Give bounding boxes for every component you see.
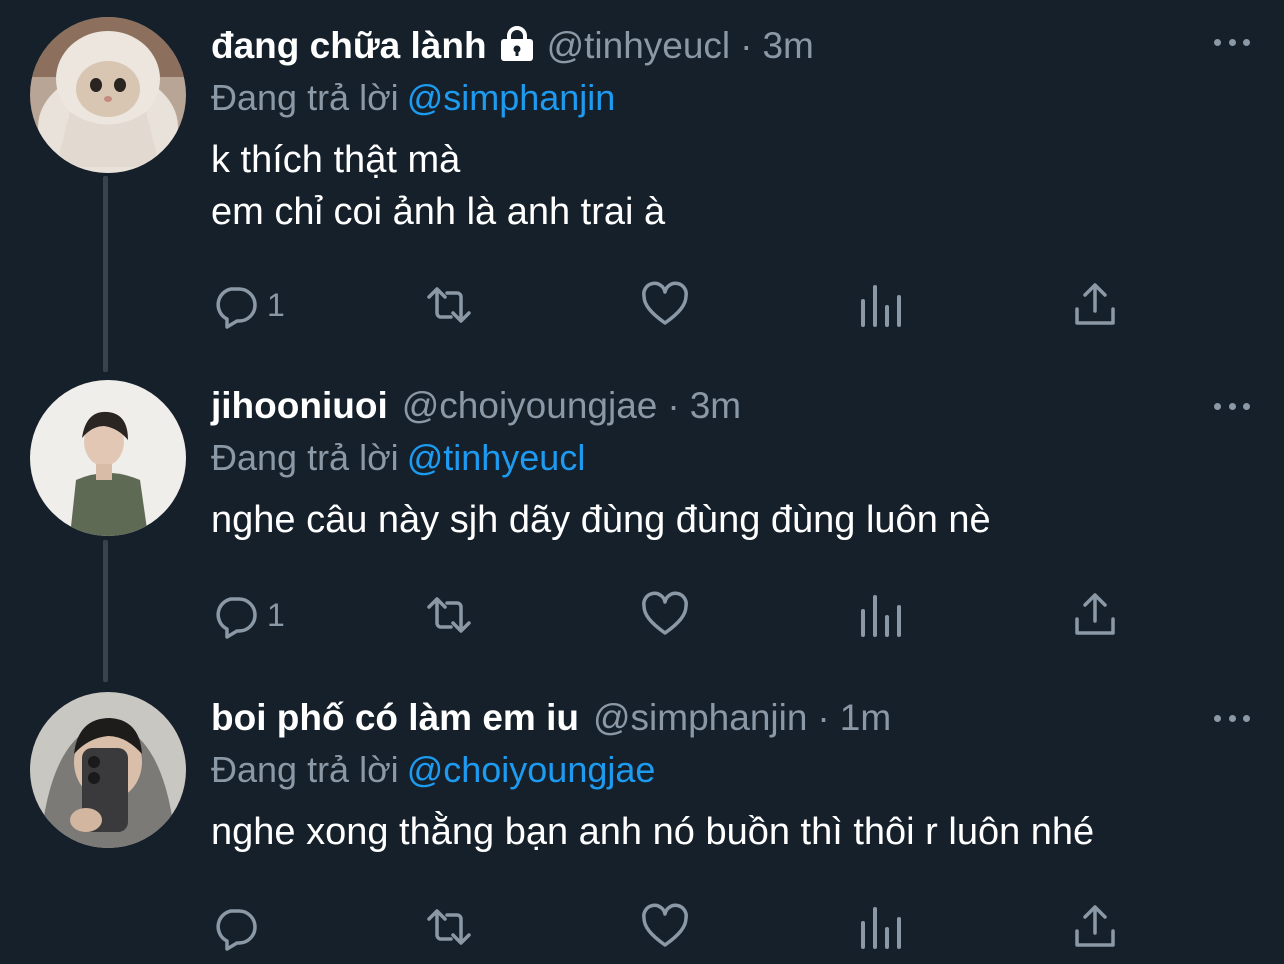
reply-button[interactable] xyxy=(211,902,267,952)
retweet-icon xyxy=(427,597,471,633)
reply-button[interactable]: 1 xyxy=(211,590,285,640)
like-button[interactable] xyxy=(641,902,689,952)
reply-prefix: Đang trả lời xyxy=(211,437,399,478)
display-name[interactable]: đang chữa lành xyxy=(211,25,487,67)
tweet-text-line: nghe xong thằng bạn anh nó buồn thì thôi… xyxy=(211,811,1095,853)
retweet-button[interactable] xyxy=(425,902,473,952)
analytics-button[interactable] xyxy=(857,902,905,952)
retweet-icon xyxy=(427,909,471,945)
tweet[interactable]: jihooniuoi @choiyoungjae · 3m Đang trả l… xyxy=(0,360,1284,672)
handle[interactable]: @choiyoungjae xyxy=(402,385,658,427)
tweet-header: boi phố có làm em iu @simphanjin · 1m xyxy=(211,692,1254,744)
avatar[interactable] xyxy=(30,692,186,848)
reply-icon xyxy=(216,909,257,951)
display-name[interactable]: jihooniuoi xyxy=(211,385,388,427)
reply-mention-link[interactable]: @choiyoungjae xyxy=(407,749,656,790)
share-button[interactable] xyxy=(1071,590,1119,640)
timestamp[interactable]: 3m xyxy=(690,385,741,427)
person-avatar-image xyxy=(30,692,186,848)
retweet-button[interactable] xyxy=(425,590,473,640)
cat-avatar-image xyxy=(30,17,186,173)
reply-context: Đang trả lời @tinhyeucl xyxy=(211,432,1254,484)
reply-count: 1 xyxy=(267,286,285,323)
share-icon xyxy=(1075,905,1115,947)
avatar[interactable] xyxy=(30,17,186,173)
retweet-icon xyxy=(427,287,471,323)
handle[interactable]: @tinhyeucl xyxy=(547,25,731,67)
timeline: đang chữa lành @tinhyeucl · 3m Đang trả … xyxy=(0,0,1284,964)
tweet-actions: 1 xyxy=(211,590,1131,640)
tweet-header: jihooniuoi @choiyoungjae · 3m xyxy=(211,380,1254,432)
reply-icon xyxy=(216,287,257,329)
handle[interactable]: @simphanjin xyxy=(593,697,807,739)
analytics-button[interactable] xyxy=(857,280,905,330)
tweet-actions: 1 xyxy=(211,280,1131,330)
more-options-icon[interactable] xyxy=(1210,705,1254,731)
share-button[interactable] xyxy=(1071,280,1119,330)
like-button[interactable] xyxy=(641,590,689,640)
tweet-text: nghe câu này sjh dãy đùng đùng đùng luôn… xyxy=(211,494,1254,546)
lock-icon xyxy=(497,25,537,67)
reply-context: Đang trả lời @choiyoungjae xyxy=(211,744,1254,796)
reply-button[interactable]: 1 xyxy=(211,280,285,330)
share-icon xyxy=(1075,593,1115,635)
reply-icon xyxy=(216,597,257,639)
share-button[interactable] xyxy=(1071,902,1119,952)
tweet-text: k thích thật mà em chỉ coi ảnh là anh tr… xyxy=(211,134,1254,238)
reply-mention-link[interactable]: @tinhyeucl xyxy=(407,437,586,478)
like-icon xyxy=(642,903,688,947)
tweet-text-line: em chỉ coi ảnh là anh trai à xyxy=(211,191,666,233)
tweet-text: nghe xong thằng bạn anh nó buồn thì thôi… xyxy=(211,806,1254,858)
reply-count: 1 xyxy=(267,596,285,633)
analytics-icon xyxy=(861,285,901,327)
person-avatar-image xyxy=(30,380,186,536)
timestamp[interactable]: 3m xyxy=(762,25,813,67)
share-icon xyxy=(1075,283,1115,325)
avatar[interactable] xyxy=(30,380,186,536)
reply-context: Đang trả lời @simphanjin xyxy=(211,72,1254,124)
tweet-text-line: k thích thật mà xyxy=(211,139,461,181)
analytics-icon xyxy=(861,907,901,949)
retweet-button[interactable] xyxy=(425,280,473,330)
separator-dot: · xyxy=(740,25,753,66)
tweet-actions xyxy=(211,902,1131,952)
reply-mention-link[interactable]: @simphanjin xyxy=(407,77,616,118)
separator-dot: · xyxy=(817,697,830,738)
more-options-icon[interactable] xyxy=(1210,393,1254,419)
tweet[interactable]: boi phố có làm em iu @simphanjin · 1m Đa… xyxy=(0,672,1284,964)
display-name[interactable]: boi phố có làm em iu xyxy=(211,697,579,739)
more-options-icon[interactable] xyxy=(1210,29,1254,55)
tweet[interactable]: đang chữa lành @tinhyeucl · 3m Đang trả … xyxy=(0,0,1284,360)
like-button[interactable] xyxy=(641,280,689,330)
timestamp[interactable]: 1m xyxy=(840,697,891,739)
separator-dot: · xyxy=(667,385,680,426)
reply-prefix: Đang trả lời xyxy=(211,77,399,118)
like-icon xyxy=(642,281,688,325)
analytics-button[interactable] xyxy=(857,590,905,640)
like-icon xyxy=(642,591,688,635)
reply-prefix: Đang trả lời xyxy=(211,749,399,790)
analytics-icon xyxy=(861,595,901,637)
tweet-header: đang chữa lành @tinhyeucl · 3m xyxy=(211,20,1254,72)
tweet-text-line: nghe câu này sjh dãy đùng đùng đùng luôn… xyxy=(211,499,991,541)
